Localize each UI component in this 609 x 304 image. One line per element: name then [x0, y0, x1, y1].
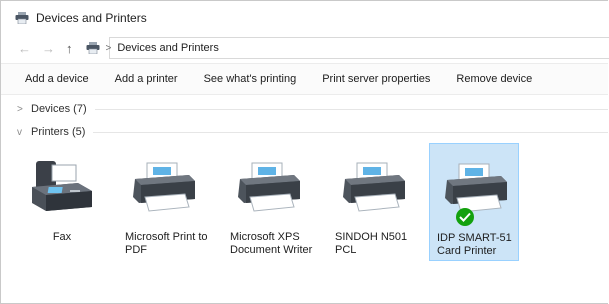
devices-group-label: Devices (7) [31, 103, 87, 115]
printer-name: SINDOH N501 PCL [335, 231, 408, 256]
devices-printers-icon [86, 42, 99, 54]
add-printer-button[interactable]: Add a printer [115, 73, 178, 85]
printer-name: IDP SMART-51 Card Printer [437, 232, 512, 257]
printer-name: Microsoft XPS Document Writer [230, 231, 313, 256]
address-bar: ← → ↑ > Devices and Printers [1, 34, 609, 62]
printer-item-idp-smart-51-card-printer[interactable]: IDP SMART-51 Card Printer [429, 143, 519, 261]
chevron-right-icon: > [17, 103, 23, 115]
command-bar: Add a device Add a printer See what's pr… [1, 63, 608, 95]
printers-group-header[interactable]: v Printers (5) [17, 123, 608, 141]
devices-group-header[interactable]: > Devices (7) [17, 100, 608, 118]
printer-name: Fax [52, 231, 72, 243]
printer-item-fax[interactable]: Fax [17, 143, 107, 261]
explorer-window: Devices and Printers ← → ↑ > Devices and… [0, 0, 609, 304]
chevron-down-icon: v [17, 126, 22, 138]
see-whats-printing-button[interactable]: See what's printing [204, 73, 297, 85]
printer-icon [238, 162, 300, 212]
remove-device-button[interactable]: Remove device [456, 73, 532, 85]
group-divider [93, 131, 608, 133]
breadcrumb: > Devices and Printers [84, 42, 219, 54]
printer-icon [343, 162, 405, 212]
print-server-properties-button[interactable]: Print server properties [322, 73, 430, 85]
back-button[interactable]: ← [18, 42, 31, 55]
printer-item-microsoft-print-to-pdf[interactable]: Microsoft Print to PDF [118, 143, 208, 261]
up-button[interactable]: ↑ [66, 42, 73, 55]
printer-icon [133, 162, 195, 212]
devices-printers-icon [15, 11, 29, 24]
printer-icon [445, 163, 507, 213]
group-divider [94, 108, 608, 110]
fax-icon [32, 161, 92, 211]
printer-item-sindoh-n501-pcl[interactable]: SINDOH N501 PCL [328, 143, 418, 261]
breadcrumb-location[interactable]: Devices and Printers [117, 42, 219, 54]
printer-name: Microsoft Print to PDF [125, 231, 208, 256]
printers-group-label: Printers (5) [31, 126, 86, 138]
window-title: Devices and Printers [36, 10, 147, 25]
forward-button[interactable]: → [42, 42, 55, 55]
printer-item-microsoft-xps-document-writer[interactable]: Microsoft XPS Document Writer [223, 143, 313, 261]
title-bar: Devices and Printers [1, 1, 608, 34]
default-printer-check-icon [456, 208, 474, 226]
add-device-button[interactable]: Add a device [25, 73, 89, 85]
breadcrumb-separator[interactable]: > [106, 43, 112, 54]
